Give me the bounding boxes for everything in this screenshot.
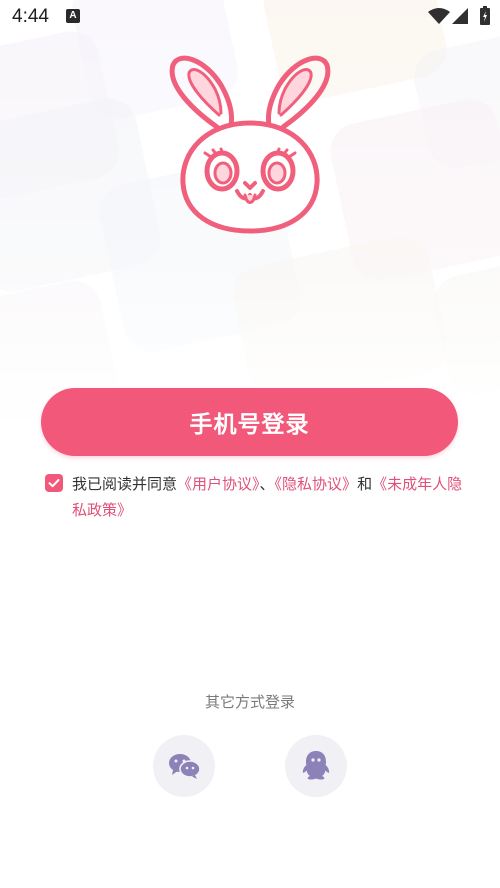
qq-login-button[interactable] [285, 735, 347, 797]
wechat-login-button[interactable] [153, 735, 215, 797]
other-login-title: 其它方式登录 [204, 693, 295, 711]
bunny-logo-icon [169, 55, 331, 234]
signal-icon [452, 8, 468, 24]
agreement-and: 和 [357, 475, 373, 493]
wifi-icon [428, 8, 450, 24]
agreement-prefix: 我已阅读并同意 [72, 475, 178, 493]
checkmark-icon [48, 479, 60, 488]
agreement-text: 我已阅读并同意《用户协议》、《隐私协议》和《未成年人隐私政策》 [72, 471, 467, 523]
battery-icon [480, 6, 490, 25]
phone-login-button[interactable]: 手机号登录 [41, 388, 458, 456]
notification-a-icon: A [66, 9, 80, 23]
wechat-icon [169, 754, 201, 779]
privacy-agreement-link[interactable]: 《隐私协议》 [275, 475, 358, 493]
agreement-checkbox[interactable] [45, 474, 63, 492]
agreement-separator: 、 [259, 475, 275, 493]
status-time: 4:44 [12, 6, 49, 27]
qq-icon [302, 751, 330, 780]
user-agreement-link[interactable]: 《用户协议》 [177, 475, 260, 493]
login-screen: 4:44 A 手机号登录 我已阅读并同意《用户协议》、《隐私协议》和《未成年人隐… [0, 0, 500, 888]
status-bar: 4:44 A [0, 0, 500, 34]
notification-badge-letter: A [69, 10, 77, 21]
